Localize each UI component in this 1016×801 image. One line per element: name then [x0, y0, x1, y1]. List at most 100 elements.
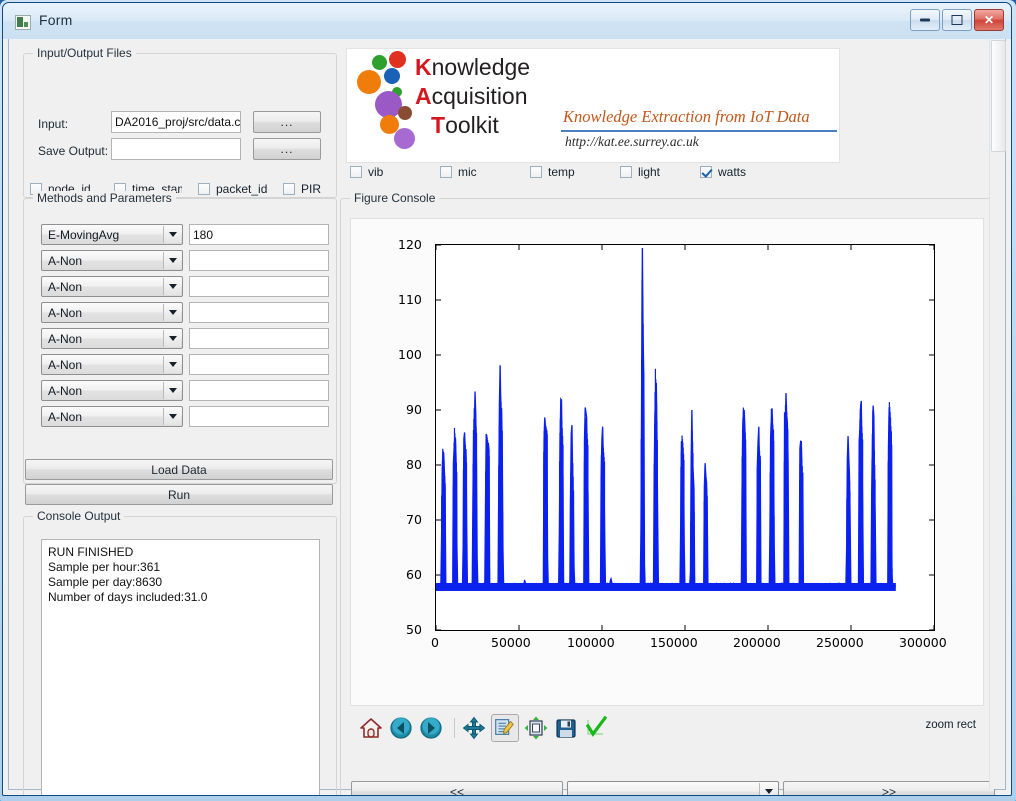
title-bar: Form ✕: [3, 3, 1011, 39]
param-input-3[interactable]: [189, 302, 329, 323]
chevron-down-icon[interactable]: [163, 408, 181, 425]
chevron-down-icon[interactable]: [163, 382, 181, 399]
method-select-4[interactable]: A-Non: [41, 328, 183, 349]
chevron-down-icon[interactable]: [163, 356, 181, 373]
logo-dot-blue: [384, 68, 400, 84]
methods-legend: Methods and Parameters: [33, 191, 176, 205]
save-floppy-icon[interactable]: [553, 715, 579, 741]
close-icon: ✕: [983, 13, 995, 27]
forward-arrow-icon[interactable]: [418, 715, 444, 741]
method-select-value: A-Non: [48, 357, 83, 372]
app-icon: [15, 15, 31, 30]
method-select-1[interactable]: A-Non: [41, 250, 183, 271]
chevron-down-icon[interactable]: [163, 226, 181, 243]
logo-rest-knowledge: nowledge: [431, 54, 531, 80]
input-label: Input:: [38, 117, 69, 131]
input-output-group: Input/Output Files Input: DA2016_proj/sr…: [23, 46, 337, 198]
method-select-5[interactable]: A-Non: [41, 354, 183, 375]
checkbox-label: watts: [718, 165, 747, 179]
logo-dot-brown: [398, 106, 412, 120]
chevron-down-icon[interactable]: [163, 278, 181, 295]
param-input-2[interactable]: [189, 276, 329, 297]
checkbox-pir[interactable]: PIR: [283, 182, 333, 196]
minimize-button[interactable]: [910, 9, 940, 31]
save-output-field[interactable]: [111, 138, 241, 160]
save-browse-button[interactable]: ...: [253, 138, 321, 160]
pan-move-icon[interactable]: [461, 715, 487, 741]
toolbar-status: zoom rect: [925, 719, 977, 731]
checkbox-watts[interactable]: watts: [700, 165, 780, 179]
logo-rule: [561, 130, 837, 132]
checkbox-box: [530, 166, 542, 178]
param-input-6[interactable]: [189, 380, 329, 401]
logo-line-acquisition: Acquisition: [415, 83, 528, 110]
param-input-4[interactable]: [189, 328, 329, 349]
param-input-5[interactable]: [189, 354, 329, 375]
method-select-value: E-MovingAvg: [48, 227, 120, 242]
logo-url: http://kat.ee.surrey.ac.uk: [565, 134, 699, 149]
apply-check-icon[interactable]: [583, 715, 609, 741]
method-select-7[interactable]: A-Non: [41, 406, 183, 427]
save-output-label: Save Output:: [38, 144, 109, 158]
checkbox-label: light: [638, 165, 661, 179]
close-button[interactable]: ✕: [974, 9, 1004, 31]
x-tick-100000: 100000: [567, 635, 615, 650]
load-data-button[interactable]: Load Data: [25, 459, 333, 480]
console-output-group: Console Output RUN FINISHED Sample per h…: [23, 509, 337, 795]
y-tick-60: 60: [406, 567, 422, 582]
chevron-down-icon[interactable]: [163, 330, 181, 347]
maximize-button[interactable]: [942, 9, 972, 31]
method-select-value: A-Non: [48, 383, 83, 398]
method-select-value: A-Non: [48, 253, 83, 268]
input-output-legend: Input/Output Files: [33, 46, 136, 60]
y-tick-110: 110: [398, 292, 422, 307]
method-select-0[interactable]: E-MovingAvg: [41, 224, 183, 245]
series-baseline: [436, 582, 896, 591]
chevron-down-icon[interactable]: [759, 783, 777, 795]
x-tick-200000: 200000: [733, 635, 781, 650]
run-button[interactable]: Run: [25, 484, 333, 505]
y-tick-100: 100: [398, 347, 422, 362]
chevron-down-icon[interactable]: [163, 304, 181, 321]
back-arrow-icon[interactable]: [388, 715, 414, 741]
input-path-field[interactable]: DA2016_proj/src/data.csv: [111, 111, 241, 133]
checkbox-vib[interactable]: vib: [350, 165, 420, 179]
param-input-1[interactable]: [189, 250, 329, 271]
param-input-7[interactable]: [189, 406, 329, 427]
logo-dot-green: [372, 55, 387, 70]
vertical-scrollbar[interactable]: [989, 39, 1006, 789]
checkbox-temp[interactable]: temp: [530, 165, 600, 179]
input-browse-button[interactable]: ...: [253, 111, 321, 133]
scrollbar-thumb[interactable]: [991, 40, 1006, 152]
checkbox-mic[interactable]: mic: [440, 165, 510, 179]
method-select-3[interactable]: A-Non: [41, 302, 183, 323]
method-select-6[interactable]: A-Non: [41, 380, 183, 401]
prev-figure-button[interactable]: <<: [351, 781, 563, 795]
figure-select-dropdown[interactable]: [567, 781, 779, 795]
x-tick-150000: 150000: [650, 635, 698, 650]
checkbox-light[interactable]: light: [620, 165, 690, 179]
kat-logo-panel: Knowledge Acquisition Toolkit Knowledge …: [346, 48, 840, 163]
checkbox-packet-id[interactable]: packet_id: [198, 182, 276, 196]
zoom-rect-icon[interactable]: [491, 714, 519, 742]
plot-data-svg: [436, 245, 934, 630]
logo-initial-k: K: [415, 54, 432, 80]
next-figure-button[interactable]: >>: [783, 781, 995, 795]
logo-initial-t: T: [431, 112, 446, 138]
y-tick-80: 80: [406, 457, 422, 472]
chevron-down-icon[interactable]: [163, 252, 181, 269]
logo-initial-a: A: [415, 83, 432, 109]
home-icon[interactable]: [358, 715, 384, 741]
plot-axes: [435, 244, 935, 631]
method-select-2[interactable]: A-Non: [41, 276, 183, 297]
checkbox-box: [198, 183, 210, 195]
checkbox-label: mic: [458, 165, 477, 179]
console-output-textarea[interactable]: RUN FINISHED Sample per hour:361 Sample …: [41, 539, 320, 795]
x-tick-50000: 50000: [491, 635, 531, 650]
matplotlib-figure-canvas[interactable]: 120 110 100 90 80 70 60 50 0 50000 10000…: [350, 218, 984, 706]
checkbox-box: [350, 166, 362, 178]
logo-dot-purple: [394, 128, 415, 149]
checkbox-label: packet_id: [216, 182, 268, 196]
param-input-0[interactable]: 180: [189, 224, 329, 245]
configure-subplots-icon[interactable]: [523, 715, 549, 741]
